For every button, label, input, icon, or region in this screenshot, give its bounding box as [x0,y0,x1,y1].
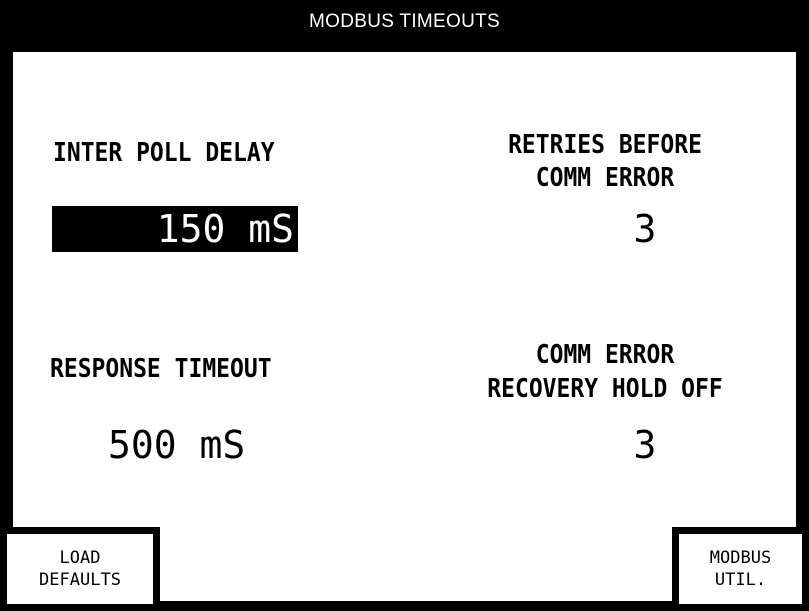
load-defaults-label: LOAD DEFAULTS [39,547,121,591]
modbus-timeouts-screen: MODBUS TIMEOUTS INTER POLL DELAY 150 mS … [0,0,809,611]
comm-error-recovery-label-line2: RECOVERY HOLD OFF [487,374,723,404]
modbus-util-line2: UTIL. [714,570,767,590]
load-defaults-button[interactable]: LOAD DEFAULTS [0,527,160,611]
comm-error-recovery-value[interactable]: 3 [605,422,685,468]
inter-poll-delay-value[interactable]: 150 mS [52,206,298,252]
inter-poll-delay-label: INTER POLL DELAY [53,138,275,168]
retries-before-comm-error-label-line2: COMM ERROR [535,163,675,193]
response-timeout-value[interactable]: 500 mS [108,422,308,468]
modbus-util-label: MODBUS UTIL. [710,547,771,591]
response-timeout-label: RESPONSE TIMEOUT [50,354,272,384]
frame-right-border [796,0,809,611]
title-bar: MODBUS TIMEOUTS [0,0,809,52]
load-defaults-line2: DEFAULTS [39,570,121,590]
modbus-util-line1: MODBUS [709,548,772,568]
load-defaults-line1: LOAD [59,548,101,568]
modbus-util-button[interactable]: MODBUS UTIL. [672,527,809,611]
frame-left-border [0,0,13,611]
comm-error-recovery-label-line1: COMM ERROR [535,340,675,370]
screen-title: MODBUS TIMEOUTS [309,11,500,32]
retries-before-comm-error-label-line1: RETRIES BEFORE [508,130,702,160]
retries-before-comm-error-value[interactable]: 3 [605,206,685,252]
